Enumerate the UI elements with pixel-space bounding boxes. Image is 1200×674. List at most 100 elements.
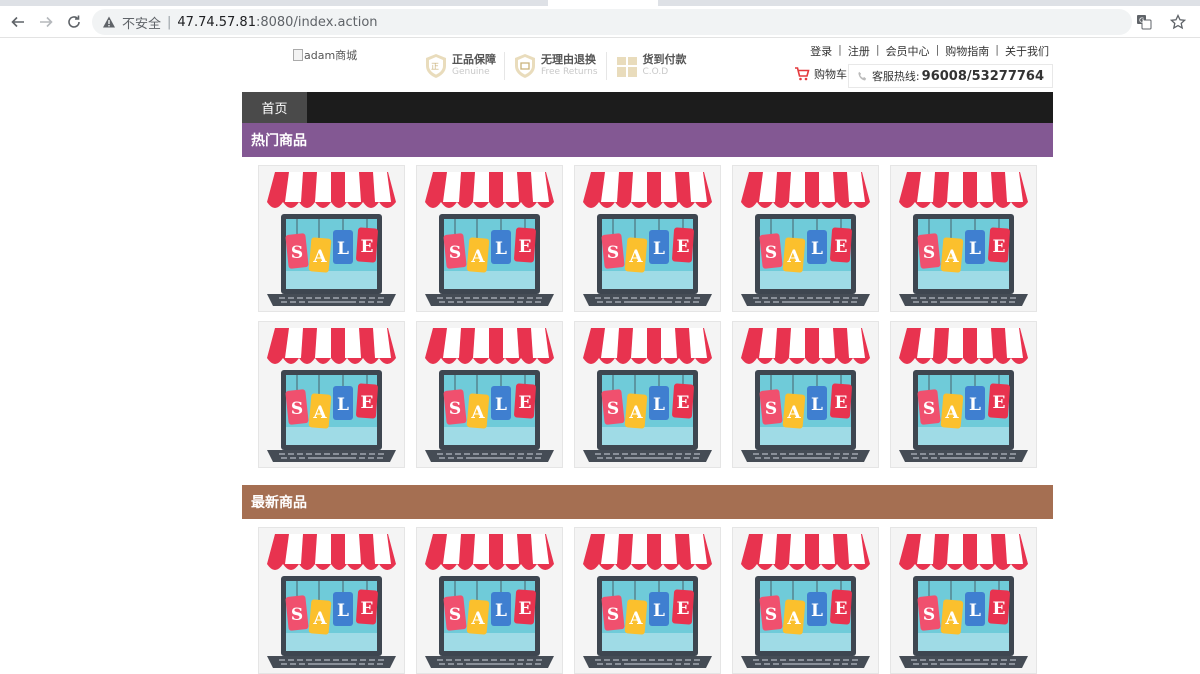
- nav-home[interactable]: 首页: [242, 92, 307, 123]
- sale-letter: A: [312, 403, 327, 423]
- sale-letter: S: [449, 399, 461, 419]
- cart-link[interactable]: 购物车: [794, 66, 847, 82]
- genuine-shield-icon: 正: [426, 54, 446, 78]
- sale-letter: A: [786, 609, 801, 629]
- product-card[interactable]: S A L E: [416, 165, 563, 312]
- sale-letter: S: [923, 243, 935, 263]
- sale-letter: S: [923, 605, 935, 625]
- star-icon: [1170, 14, 1186, 30]
- product-card[interactable]: S A L E: [258, 527, 405, 674]
- sale-letter: E: [519, 237, 532, 257]
- sale-letter: A: [312, 247, 327, 267]
- sale-letter: L: [969, 601, 981, 621]
- sale-letter: S: [449, 243, 461, 263]
- sale-letter: L: [337, 601, 349, 621]
- back-button[interactable]: [4, 8, 32, 36]
- product-card[interactable]: S A L E: [574, 165, 721, 312]
- phone-icon: [858, 71, 867, 80]
- guarantee-en: C.O.D: [642, 67, 669, 77]
- sale-letter: E: [677, 393, 690, 413]
- sale-letter: S: [923, 399, 935, 419]
- arrow-left-icon: [11, 16, 24, 27]
- sale-shop-image: S A L E: [733, 322, 878, 467]
- sale-letter: L: [337, 395, 349, 415]
- browser-toolbar: 不安全 | 47.74.57.81 :8080/index.action G: [0, 6, 1200, 38]
- sale-letter: S: [765, 243, 777, 263]
- link-divider: |: [875, 43, 880, 56]
- sale-shop-image: S A L E: [891, 528, 1036, 673]
- sale-letter: L: [337, 239, 349, 259]
- sale-letter: L: [811, 395, 823, 415]
- bookmark-button[interactable]: [1168, 12, 1188, 32]
- guarantee-cn: 货到付款: [642, 53, 687, 66]
- sale-letter: A: [944, 403, 959, 423]
- hot-products-header: 热门商品: [242, 123, 1053, 157]
- product-card[interactable]: S A L E: [732, 321, 879, 468]
- sale-shop-image: S A L E: [417, 528, 562, 673]
- reload-button[interactable]: [60, 8, 88, 36]
- login-link[interactable]: 登录: [810, 43, 832, 59]
- guarantee-cn: 正品保障: [452, 53, 496, 66]
- product-card[interactable]: S A L E: [416, 321, 563, 468]
- forward-button[interactable]: [32, 8, 60, 36]
- sale-letter: E: [835, 393, 848, 413]
- product-card[interactable]: S A L E: [732, 527, 879, 674]
- sale-shop-image: S A L E: [733, 528, 878, 673]
- product-card[interactable]: S A L E: [890, 321, 1037, 468]
- guarantee-badges: 正 正品保障 Genuine 无理由退换 Free Returns 货到付款 C…: [424, 52, 703, 80]
- hotline-box: 客服热线: 96008/53277764: [847, 64, 1053, 88]
- sale-letter: L: [653, 239, 665, 259]
- sale-letter: S: [765, 399, 777, 419]
- member-center-link[interactable]: 会员中心: [886, 43, 930, 59]
- sale-letter: L: [969, 239, 981, 259]
- logo-alt-text: adam商城: [304, 49, 358, 62]
- sale-shop-image: S A L E: [575, 528, 720, 673]
- sale-letter: L: [495, 395, 507, 415]
- sale-letter: E: [677, 237, 690, 257]
- sale-letter: S: [607, 605, 619, 625]
- sale-letter: E: [519, 599, 532, 619]
- security-label[interactable]: 不安全: [122, 13, 161, 32]
- sale-shop-image: S A L E: [259, 528, 404, 673]
- sale-letter: A: [786, 247, 801, 267]
- product-card[interactable]: S A L E: [258, 321, 405, 468]
- sale-letter: A: [786, 403, 801, 423]
- sale-letter: A: [628, 247, 643, 267]
- url-path: :8080/index.action: [255, 14, 378, 30]
- product-card[interactable]: S A L E: [574, 527, 721, 674]
- link-divider: |: [935, 43, 940, 56]
- product-card[interactable]: S A L E: [890, 165, 1037, 312]
- sale-letter: E: [993, 237, 1006, 257]
- sale-shop-image: S A L E: [417, 166, 562, 311]
- sale-shop-image: S A L E: [575, 322, 720, 467]
- product-card[interactable]: S A L E: [574, 321, 721, 468]
- arrow-right-icon: [40, 16, 53, 27]
- guarantee-en: Free Returns: [541, 67, 598, 77]
- sale-letter: E: [993, 393, 1006, 413]
- shopping-guide-link[interactable]: 购物指南: [945, 43, 989, 59]
- sale-letter: E: [361, 393, 374, 413]
- sale-letter: A: [944, 609, 959, 629]
- sale-letter: L: [653, 395, 665, 415]
- translate-button[interactable]: G: [1134, 12, 1154, 32]
- sale-letter: A: [470, 247, 485, 267]
- product-card[interactable]: S A L E: [258, 165, 405, 312]
- sale-letter: E: [677, 599, 690, 619]
- guarantee-returns: 无理由退换 Free Returns: [513, 52, 607, 80]
- hotline-number: 96008/53277764: [921, 68, 1044, 84]
- sale-shop-image: S A L E: [259, 166, 404, 311]
- product-card[interactable]: S A L E: [890, 527, 1037, 674]
- about-us-link[interactable]: 关于我们: [1005, 43, 1049, 59]
- link-divider: |: [995, 43, 999, 56]
- sale-letter: E: [361, 599, 374, 619]
- product-card[interactable]: S A L E: [416, 527, 563, 674]
- sale-letter: A: [470, 609, 485, 629]
- product-card[interactable]: S A L E: [732, 165, 879, 312]
- address-bar[interactable]: 不安全 | 47.74.57.81 :8080/index.action: [92, 9, 1132, 35]
- hot-products-grid: S A L E S A L E S A L E S A L E S A L E …: [242, 157, 1053, 468]
- sale-letter: E: [519, 393, 532, 413]
- top-links: 登录 | 注册 | 会员中心 | 购物指南 | 关于我们: [810, 43, 1049, 59]
- broken-image-icon: [293, 49, 303, 61]
- site-logo[interactable]: adam商城: [293, 47, 357, 63]
- register-link[interactable]: 注册: [848, 43, 870, 59]
